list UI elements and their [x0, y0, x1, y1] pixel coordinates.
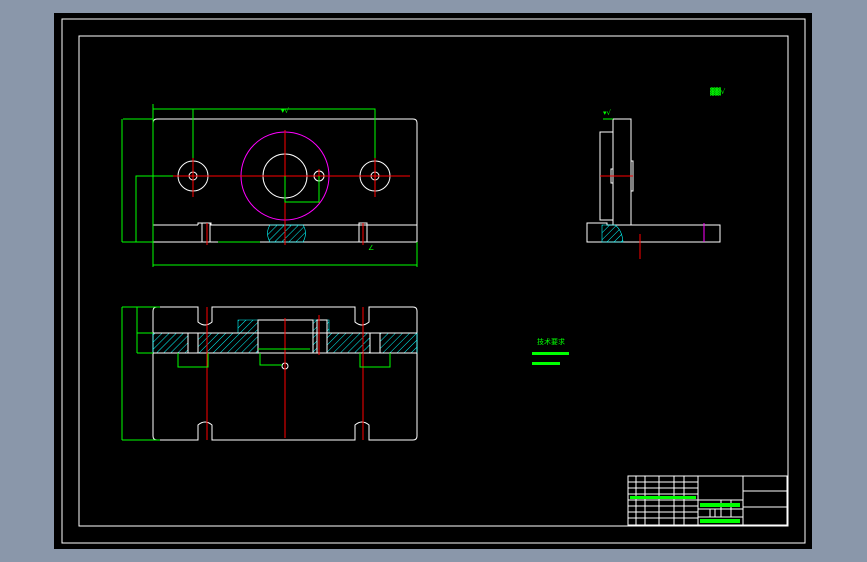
svg-text:▾√: ▾√: [603, 109, 612, 117]
notes-title: 技术要求: [537, 337, 565, 346]
cad-drawing-canvas[interactable]: ▾√ ▾√ ▓▓√ ∠ 技术要求: [0, 0, 867, 562]
model-space: [54, 13, 812, 549]
svg-text:▾√: ▾√: [281, 107, 290, 115]
svg-text:∠: ∠: [368, 244, 374, 252]
svg-text:▓▓√: ▓▓√: [710, 87, 726, 96]
